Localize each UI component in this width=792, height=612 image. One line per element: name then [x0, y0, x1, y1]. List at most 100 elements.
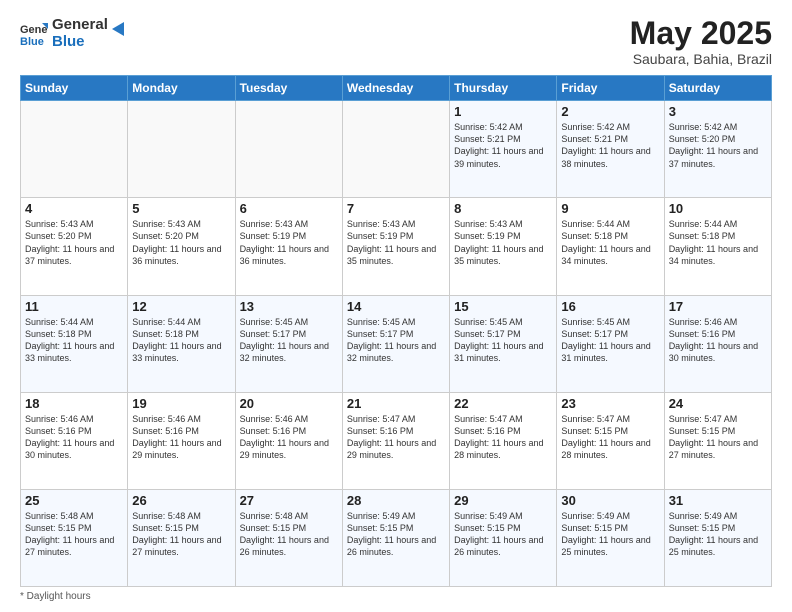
day-info: Sunrise: 5:43 AM Sunset: 5:20 PM Dayligh… — [25, 218, 123, 267]
day-info: Sunrise: 5:48 AM Sunset: 5:15 PM Dayligh… — [25, 510, 123, 559]
day-number: 28 — [347, 493, 445, 508]
calendar-cell: 31 Sunrise: 5:49 AM Sunset: 5:15 PM Dayli… — [664, 489, 771, 586]
svg-text:Blue: Blue — [20, 36, 44, 47]
day-info: Sunrise: 5:45 AM Sunset: 5:17 PM Dayligh… — [240, 316, 338, 365]
day-number: 17 — [669, 299, 767, 314]
footer-note: * Daylight hours — [20, 591, 772, 602]
calendar-cell: 29Sunrise: 5:49 AM Sunset: 5:15 PM Dayli… — [450, 489, 557, 586]
day-number: 13 — [240, 299, 338, 314]
day-number: 26 — [132, 493, 230, 508]
day-number: 10 — [669, 201, 767, 216]
logo-general: General — [52, 16, 108, 33]
day-info: Sunrise: 5:49 AM Sunset: 5:15 PM Dayligh… — [561, 510, 659, 559]
location-subtitle: Saubara, Bahia, Brazil — [630, 51, 772, 67]
calendar-cell: 21 Sunrise: 5:47 AM Sunset: 5:16 PM Dayli… — [342, 392, 449, 489]
day-info: Sunrise: 5:47 AM Sunset: 5:15 PM Dayligh… — [561, 413, 659, 462]
calendar-cell: 10Sunrise: 5:44 AM Sunset: 5:18 PM Dayli… — [664, 198, 771, 295]
day-number: 29 — [454, 493, 552, 508]
day-number: 31 — [669, 493, 767, 508]
day-info: Sunrise: 5:46 AM Sunset: 5:16 PM Dayligh… — [240, 413, 338, 462]
day-info: Sunrise: 5:46 AM Sunset: 5:16 PM Dayligh… — [669, 316, 767, 365]
day-info: Sunrise: 5:44 AM Sunset: 5:18 PM Dayligh… — [561, 218, 659, 267]
day-number: 7 — [347, 201, 445, 216]
day-number: 3 — [669, 104, 767, 119]
calendar-cell — [235, 101, 342, 198]
calendar-cell: 12 Sunrise: 5:44 AM Sunset: 5:18 PM Dayli… — [128, 295, 235, 392]
calendar-cell: 26 Sunrise: 5:48 AM Sunset: 5:15 PM Dayli… — [128, 489, 235, 586]
calendar-cell: 23 Sunrise: 5:47 AM Sunset: 5:15 PM Dayli… — [557, 392, 664, 489]
day-number: 25 — [25, 493, 123, 508]
day-number: 21 — [347, 396, 445, 411]
calendar-cell: 4Sunrise: 5:43 AM Sunset: 5:20 PM Daylig… — [21, 198, 128, 295]
day-header-saturday: Saturday — [664, 76, 771, 101]
calendar-cell: 15Sunrise: 5:45 AM Sunset: 5:17 PM Dayli… — [450, 295, 557, 392]
calendar-week-row: 11 Sunrise: 5:44 AM Sunset: 5:18 PM Dayli… — [21, 295, 772, 392]
calendar-cell: 11 Sunrise: 5:44 AM Sunset: 5:18 PM Dayli… — [21, 295, 128, 392]
calendar-week-row: 1Sunrise: 5:42 AM Sunset: 5:21 PM Daylig… — [21, 101, 772, 198]
day-info: Sunrise: 5:47 AM Sunset: 5:16 PM Dayligh… — [454, 413, 552, 462]
calendar-cell: 9Sunrise: 5:44 AM Sunset: 5:18 PM Daylig… — [557, 198, 664, 295]
calendar-week-row: 18 Sunrise: 5:46 AM Sunset: 5:16 PM Dayli… — [21, 392, 772, 489]
day-info: Sunrise: 5:47 AM Sunset: 5:16 PM Dayligh… — [347, 413, 445, 462]
logo-arrow-icon — [106, 20, 124, 38]
logo-icon: General Blue — [20, 19, 48, 47]
calendar-cell — [128, 101, 235, 198]
title-block: May 2025 Saubara, Bahia, Brazil — [630, 16, 772, 67]
calendar-cell: 19 Sunrise: 5:46 AM Sunset: 5:16 PM Dayli… — [128, 392, 235, 489]
day-number: 5 — [132, 201, 230, 216]
calendar-cell: 30 Sunrise: 5:49 AM Sunset: 5:15 PM Dayli… — [557, 489, 664, 586]
day-info: Sunrise: 5:46 AM Sunset: 5:16 PM Dayligh… — [25, 413, 123, 462]
day-number: 6 — [240, 201, 338, 216]
day-info: Sunrise: 5:48 AM Sunset: 5:15 PM Dayligh… — [240, 510, 338, 559]
day-number: 20 — [240, 396, 338, 411]
day-number: 23 — [561, 396, 659, 411]
calendar-cell: 13 Sunrise: 5:45 AM Sunset: 5:17 PM Dayli… — [235, 295, 342, 392]
calendar-header-row: SundayMondayTuesdayWednesdayThursdayFrid… — [21, 76, 772, 101]
day-header-monday: Monday — [128, 76, 235, 101]
day-info: Sunrise: 5:43 AM Sunset: 5:19 PM Dayligh… — [240, 218, 338, 267]
day-info: Sunrise: 5:45 AM Sunset: 5:17 PM Dayligh… — [454, 316, 552, 365]
calendar-week-row: 4Sunrise: 5:43 AM Sunset: 5:20 PM Daylig… — [21, 198, 772, 295]
day-info: Sunrise: 5:49 AM Sunset: 5:15 PM Dayligh… — [347, 510, 445, 559]
day-number: 8 — [454, 201, 552, 216]
day-number: 18 — [25, 396, 123, 411]
logo-text-block: General Blue — [52, 16, 108, 51]
logo-blue: Blue — [52, 33, 85, 50]
day-info: Sunrise: 5:48 AM Sunset: 5:15 PM Dayligh… — [132, 510, 230, 559]
page: General Blue General Blue May 2025 Sauba… — [0, 0, 792, 612]
calendar-cell: 18 Sunrise: 5:46 AM Sunset: 5:16 PM Dayli… — [21, 392, 128, 489]
day-info: Sunrise: 5:43 AM Sunset: 5:19 PM Dayligh… — [454, 218, 552, 267]
calendar-cell: 14Sunrise: 5:45 AM Sunset: 5:17 PM Dayli… — [342, 295, 449, 392]
calendar-cell — [21, 101, 128, 198]
calendar-cell: 3 Sunrise: 5:42 AM Sunset: 5:20 PM Daylig… — [664, 101, 771, 198]
day-info: Sunrise: 5:44 AM Sunset: 5:18 PM Dayligh… — [25, 316, 123, 365]
day-info: Sunrise: 5:45 AM Sunset: 5:17 PM Dayligh… — [561, 316, 659, 365]
svg-text:General: General — [20, 24, 48, 36]
calendar-cell: 17 Sunrise: 5:46 AM Sunset: 5:16 PM Dayli… — [664, 295, 771, 392]
day-info: Sunrise: 5:42 AM Sunset: 5:21 PM Dayligh… — [454, 121, 552, 170]
day-number: 11 — [25, 299, 123, 314]
day-info: Sunrise: 5:42 AM Sunset: 5:20 PM Dayligh… — [669, 121, 767, 170]
day-header-friday: Friday — [557, 76, 664, 101]
day-number: 27 — [240, 493, 338, 508]
day-number: 30 — [561, 493, 659, 508]
day-number: 12 — [132, 299, 230, 314]
day-info: Sunrise: 5:46 AM Sunset: 5:16 PM Dayligh… — [132, 413, 230, 462]
calendar-cell: 25 Sunrise: 5:48 AM Sunset: 5:15 PM Dayli… — [21, 489, 128, 586]
calendar-cell: 27 Sunrise: 5:48 AM Sunset: 5:15 PM Dayli… — [235, 489, 342, 586]
calendar-cell: 6 Sunrise: 5:43 AM Sunset: 5:19 PM Daylig… — [235, 198, 342, 295]
day-number: 22 — [454, 396, 552, 411]
day-info: Sunrise: 5:42 AM Sunset: 5:21 PM Dayligh… — [561, 121, 659, 170]
day-header-sunday: Sunday — [21, 76, 128, 101]
day-info: Sunrise: 5:45 AM Sunset: 5:17 PM Dayligh… — [347, 316, 445, 365]
day-info: Sunrise: 5:43 AM Sunset: 5:20 PM Dayligh… — [132, 218, 230, 267]
day-info: Sunrise: 5:47 AM Sunset: 5:15 PM Dayligh… — [669, 413, 767, 462]
day-header-wednesday: Wednesday — [342, 76, 449, 101]
day-number: 19 — [132, 396, 230, 411]
calendar-cell — [342, 101, 449, 198]
calendar-cell: 22 Sunrise: 5:47 AM Sunset: 5:16 PM Dayli… — [450, 392, 557, 489]
day-info: Sunrise: 5:49 AM Sunset: 5:15 PM Dayligh… — [669, 510, 767, 559]
day-info: Sunrise: 5:44 AM Sunset: 5:18 PM Dayligh… — [132, 316, 230, 365]
day-number: 16 — [561, 299, 659, 314]
calendar-cell: 28 Sunrise: 5:49 AM Sunset: 5:15 PM Dayli… — [342, 489, 449, 586]
